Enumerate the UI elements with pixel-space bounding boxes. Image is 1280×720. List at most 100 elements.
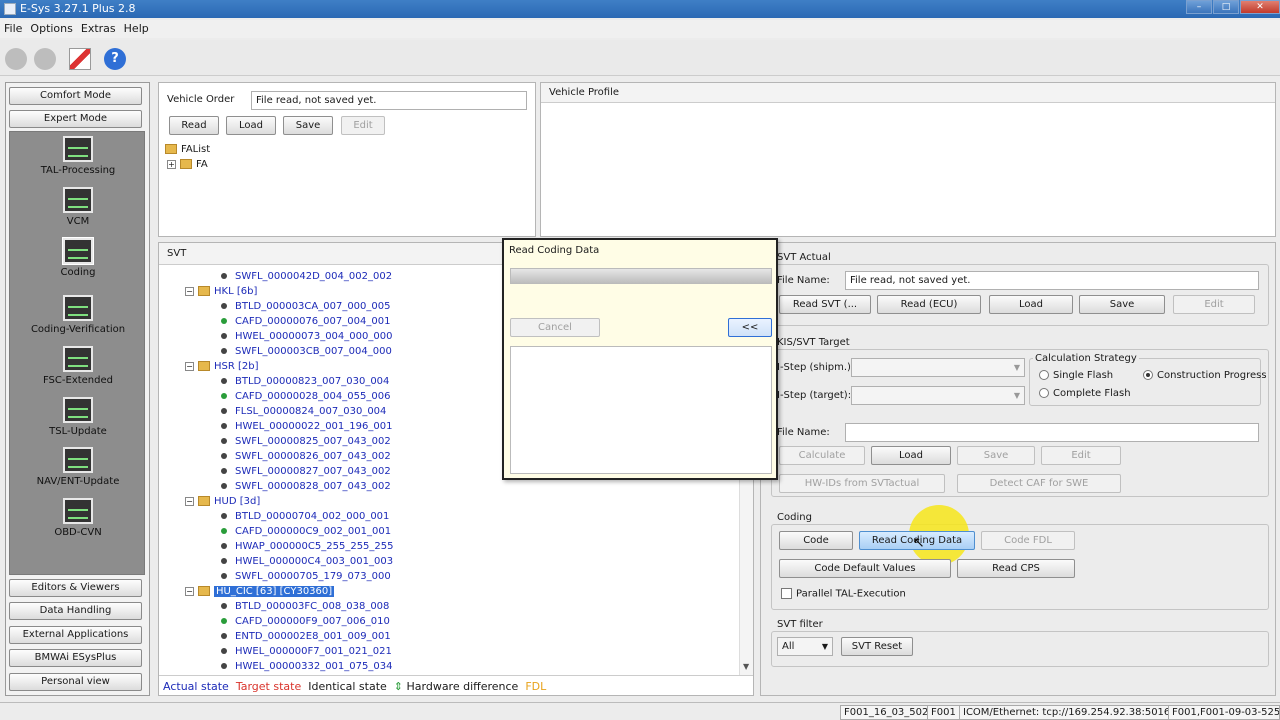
svt-sgbm-row[interactable]: FLSL_00000824_007_030_004 <box>221 404 386 419</box>
svt-sgbm-row[interactable]: SWFL_00000825_007_043_002 <box>221 434 391 449</box>
vo-save-button[interactable]: Save <box>283 116 333 135</box>
calculate-button[interactable]: Calculate <box>779 446 865 465</box>
read-svt-button[interactable]: Read SVT (... <box>779 295 871 314</box>
svt-sgbm-row[interactable]: HWAP_000000C5_255_255_255 <box>221 539 394 554</box>
svt-actual-save-button[interactable]: Save <box>1079 295 1165 314</box>
tool-nav-ent-update[interactable]: NAV/ENT-Update <box>10 447 146 487</box>
radio-complete-flash[interactable]: Complete Flash <box>1039 388 1131 399</box>
help-icon[interactable]: ? <box>104 48 126 70</box>
svt-sgbm-row[interactable]: BTLD_000003FC_008_038_008 <box>221 599 389 614</box>
parallel-tal-checkbox[interactable]: Parallel TAL-Execution <box>781 588 906 600</box>
tool-obd-cvn[interactable]: OBD-CVN <box>10 498 146 538</box>
svt-actual-edit-button[interactable]: Edit <box>1173 295 1255 314</box>
svt-row-label: SWFL_00000828_007_043_002 <box>235 481 391 492</box>
svt-row-label: ENTD_000002E8_001_009_001 <box>235 631 391 642</box>
dialog-collapse-button[interactable]: << <box>728 318 772 337</box>
menu-extras[interactable]: Extras <box>77 20 120 37</box>
comfort-mode-button[interactable]: Comfort Mode <box>9 87 142 105</box>
svt-sgbm-row[interactable]: SWFL_00000827_007_043_002 <box>221 464 391 479</box>
expand-icon[interactable]: + <box>167 159 176 169</box>
tool-coding[interactable]: Coding <box>10 237 146 278</box>
connect-icon[interactable] <box>69 48 91 70</box>
status-dot-icon <box>221 423 227 429</box>
tool-tal-processing[interactable]: TAL-Processing <box>10 136 146 176</box>
minimize-button[interactable]: – <box>1186 0 1212 14</box>
svt-sgbm-row[interactable]: HWEL_000000C4_003_001_003 <box>221 554 393 569</box>
svt-ecu-node[interactable]: − HSR [2b] <box>185 359 259 374</box>
detect-caf-button[interactable]: Detect CAF for SWE <box>957 474 1121 493</box>
hw-ids-button[interactable]: HW-IDs from SVTactual <box>779 474 945 493</box>
svt-sgbm-row[interactable]: SWFL_0000042D_004_002_002 <box>221 269 392 284</box>
menu-file[interactable]: File <box>0 20 26 37</box>
tree-label: FA <box>196 159 208 170</box>
istep-target-select[interactable]: ▼ <box>851 386 1025 405</box>
svt-sgbm-row[interactable]: ENTD_000002E8_001_009_001 <box>221 629 391 644</box>
collapse-icon[interactable]: − <box>185 361 194 371</box>
svt-sgbm-row[interactable]: BTLD_000003CA_007_000_005 <box>221 299 391 314</box>
svt-actual-file-field[interactable]: File read, not saved yet. <box>845 271 1259 290</box>
svt-reset-button[interactable]: SVT Reset <box>841 637 913 656</box>
code-fdl-button[interactable]: Code FDL <box>981 531 1075 550</box>
svt-sgbm-row[interactable]: SWFL_000003CB_007_004_000 <box>221 344 392 359</box>
external-applications-button[interactable]: External Applications <box>9 626 142 644</box>
collapse-icon[interactable]: − <box>185 586 194 596</box>
svt-filter-select[interactable]: All ▼ <box>777 637 833 656</box>
vo-read-button[interactable]: Read <box>169 116 219 135</box>
svt-sgbm-row[interactable]: HWEL_000000F7_001_021_021 <box>221 644 392 659</box>
svt-sgbm-row[interactable]: HWEL_00000073_004_000_000 <box>221 329 392 344</box>
tree-falist[interactable]: FAList <box>165 142 210 157</box>
expert-mode-button[interactable]: Expert Mode <box>9 110 142 128</box>
svt-target-edit-button[interactable]: Edit <box>1041 446 1121 465</box>
svt-sgbm-row[interactable]: CAFD_00000076_007_004_001 <box>221 314 390 329</box>
status-dot-icon <box>221 648 227 654</box>
svt-target-load-button[interactable]: Load <box>871 446 951 465</box>
svt-sgbm-row[interactable]: BTLD_00000704_002_000_001 <box>221 509 389 524</box>
dialog-cancel-button[interactable]: Cancel <box>510 318 600 337</box>
tool-tsl-update[interactable]: TSL-Update <box>10 397 146 437</box>
read-cps-button[interactable]: Read CPS <box>957 559 1075 578</box>
status-dot-icon <box>221 618 227 624</box>
svt-row-label: HWEL_000000F7_001_021_021 <box>235 646 392 657</box>
svt-sgbm-row[interactable]: SWFL_00000828_007_043_002 <box>221 479 391 494</box>
istep-shipm-select[interactable]: ▼ <box>851 358 1025 377</box>
svt-target-file-field[interactable] <box>845 423 1259 442</box>
svt-sgbm-row[interactable]: SWFL_00000705_179_073_000 <box>221 569 391 584</box>
code-default-values-button[interactable]: Code Default Values <box>779 559 951 578</box>
bmwai-esysplus-button[interactable]: BMWAi ESysPlus <box>9 649 142 667</box>
read-ecu-button[interactable]: Read (ECU) <box>877 295 981 314</box>
close-button[interactable]: ✕ <box>1240 0 1280 14</box>
svt-sgbm-row[interactable]: CAFD_00000028_004_055_006 <box>221 389 390 404</box>
back-icon[interactable] <box>5 48 27 70</box>
tool-vcm[interactable]: VCM <box>10 187 146 227</box>
svt-sgbm-row[interactable]: HWEL_00000022_001_196_001 <box>221 419 392 434</box>
data-handling-button[interactable]: Data Handling <box>9 602 142 620</box>
svt-sgbm-row[interactable]: SWFL_00000826_007_043_002 <box>221 449 391 464</box>
radio-single-flash[interactable]: Single Flash <box>1039 370 1113 381</box>
svt-sgbm-row[interactable]: CAFD_000000C9_002_001_001 <box>221 524 391 539</box>
svt-sgbm-row[interactable]: HWEL_00000332_001_075_034 <box>221 659 392 673</box>
editors-viewers-button[interactable]: Editors & Viewers <box>9 579 142 597</box>
tree-fa[interactable]: + FA <box>167 157 208 172</box>
radio-construction-progress[interactable]: Construction Progress <box>1143 370 1267 381</box>
menu-options[interactable]: Options <box>26 20 76 37</box>
forward-icon[interactable] <box>34 48 56 70</box>
svt-actual-load-button[interactable]: Load <box>989 295 1073 314</box>
svt-sgbm-row[interactable]: CAFD_000000F9_007_006_010 <box>221 614 390 629</box>
personal-view-button[interactable]: Personal view <box>9 673 142 691</box>
vo-load-button[interactable]: Load <box>226 116 276 135</box>
svt-sgbm-row[interactable]: BTLD_00000823_007_030_004 <box>221 374 389 389</box>
collapse-icon[interactable]: − <box>185 286 194 296</box>
collapse-icon[interactable]: − <box>185 496 194 506</box>
vo-edit-button[interactable]: Edit <box>341 116 385 135</box>
svt-ecu-node[interactable]: − HKL [6b] <box>185 284 257 299</box>
code-button[interactable]: Code <box>779 531 853 550</box>
vehicle-order-field[interactable]: File read, not saved yet. <box>251 91 527 110</box>
scroll-down-icon[interactable]: ▼ <box>743 662 749 671</box>
tool-fsc-extended[interactable]: FSC-Extended <box>10 346 146 386</box>
tool-coding-verification[interactable]: Coding-Verification <box>10 295 146 335</box>
svt-ecu-node[interactable]: − HUD [3d] <box>185 494 260 509</box>
svt-ecu-node[interactable]: − HU_CIC [63] [CY30360] <box>185 584 335 599</box>
maximize-button[interactable]: □ <box>1213 0 1239 14</box>
svt-target-save-button[interactable]: Save <box>957 446 1035 465</box>
menu-help[interactable]: Help <box>120 20 153 37</box>
